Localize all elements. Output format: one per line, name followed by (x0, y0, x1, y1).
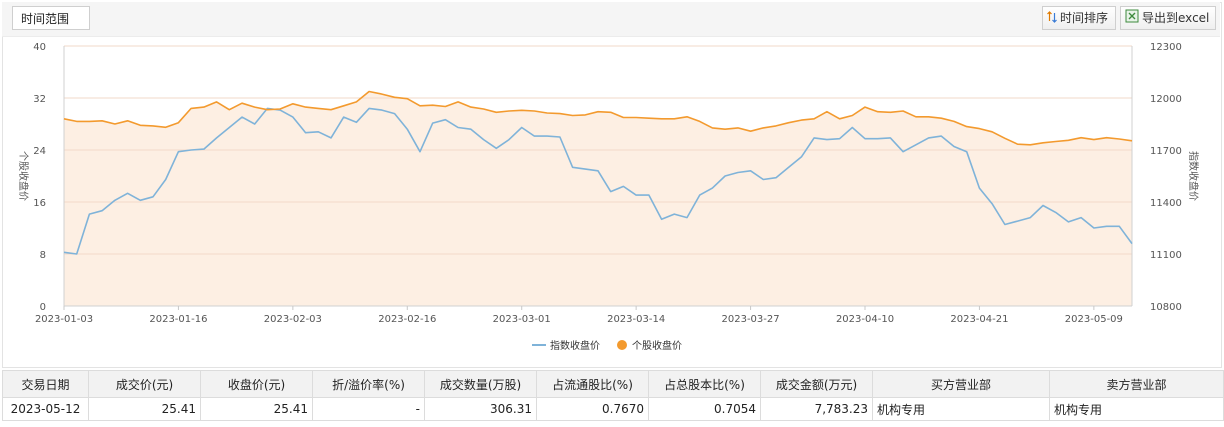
table-header-row: 交易日期 成交价(元) 收盘价(元) 折/溢价率(%) 成交数量(万股) 占流通… (2, 370, 1224, 398)
legend-stock-swatch (617, 340, 627, 350)
stock-area-fill (64, 91, 1132, 306)
x-tick-label: 2023-02-03 (264, 314, 322, 325)
sort-label: 时间排序 (1060, 11, 1109, 25)
left-tick-label: 40 (33, 42, 46, 53)
cell-trade-date: 2023-05-12 (2, 397, 89, 421)
cell-amount: 7,783.23 (760, 397, 873, 421)
cell-volume: 306.31 (424, 397, 537, 421)
trade-table: 交易日期 成交价(元) 收盘价(元) 折/溢价率(%) 成交数量(万股) 占流通… (2, 370, 1224, 421)
x-tick-label: 2023-04-10 (836, 314, 894, 325)
legend-stock-label: 个股收盘价 (632, 339, 682, 352)
header-premium-rate: 折/溢价率(%) (312, 370, 425, 398)
left-tick-label: 8 (40, 250, 46, 261)
header-buyer: 买方营业部 (872, 370, 1050, 398)
header-volume: 成交数量(万股) (424, 370, 537, 398)
right-tick-label: 12300 (1150, 42, 1182, 53)
x-tick-label: 2023-04-21 (950, 314, 1008, 325)
price-chart: 0 8 16 24 32 40 10800 11100 11400 11700 12000 12300… (17, 42, 1200, 352)
toolbar: 时间范围 时间排序 导出到excel (2, 2, 1220, 37)
left-tick-label: 32 (33, 94, 46, 105)
export-label: 导出到excel (1142, 11, 1210, 25)
x-tick-label: 2023-03-01 (493, 314, 551, 325)
left-tick-label: 16 (33, 198, 46, 209)
excel-icon (1125, 8, 1139, 30)
cell-float-ratio: 0.7670 (536, 397, 649, 421)
x-tick-label: 2023-03-14 (607, 314, 665, 325)
sort-by-time-button[interactable]: 时间排序 (1042, 6, 1116, 30)
right-tick-label: 11100 (1150, 250, 1182, 261)
header-close-price: 收盘价(元) (200, 370, 313, 398)
left-tick-label: 24 (33, 146, 46, 157)
right-axis-title: 指数收盘价 (1187, 151, 1200, 201)
header-trade-price: 成交价(元) (88, 370, 201, 398)
header-amount: 成交金额(万元) (760, 370, 873, 398)
export-excel-button[interactable]: 导出到excel (1120, 6, 1216, 30)
left-tick-label: 0 (40, 302, 46, 313)
header-total-ratio: 占总股本比(%) (648, 370, 761, 398)
header-trade-date: 交易日期 (2, 370, 89, 398)
x-tick-label: 2023-02-16 (378, 314, 436, 325)
right-tick-label: 10800 (1150, 302, 1182, 313)
table-row: 2023-05-12 25.41 25.41 - 306.31 0.7670 0… (2, 397, 1224, 421)
sort-icon (1047, 8, 1057, 30)
cell-total-ratio: 0.7054 (648, 397, 761, 421)
left-axis-title: 个股收盘价 (17, 151, 30, 201)
cell-trade-price: 25.41 (88, 397, 201, 421)
header-seller: 卖方营业部 (1049, 370, 1224, 398)
cell-seller: 机构专用 (1049, 397, 1224, 421)
right-tick-label: 11400 (1150, 198, 1182, 209)
x-tick-label: 2023-01-16 (149, 314, 207, 325)
cell-buyer: 机构专用 (872, 397, 1050, 421)
x-tick-label: 2023-01-03 (35, 314, 93, 325)
right-tick-label: 11700 (1150, 146, 1182, 157)
legend-index-label: 指数收盘价 (550, 339, 600, 352)
time-range-button[interactable]: 时间范围 (12, 6, 90, 30)
cell-close-price: 25.41 (200, 397, 313, 421)
right-tick-label: 12000 (1150, 94, 1182, 105)
cell-premium-rate: - (312, 397, 425, 421)
x-tick-label: 2023-03-27 (722, 314, 780, 325)
header-float-ratio: 占流通股比(%) (536, 370, 649, 398)
x-tick-label: 2023-05-09 (1065, 314, 1123, 325)
